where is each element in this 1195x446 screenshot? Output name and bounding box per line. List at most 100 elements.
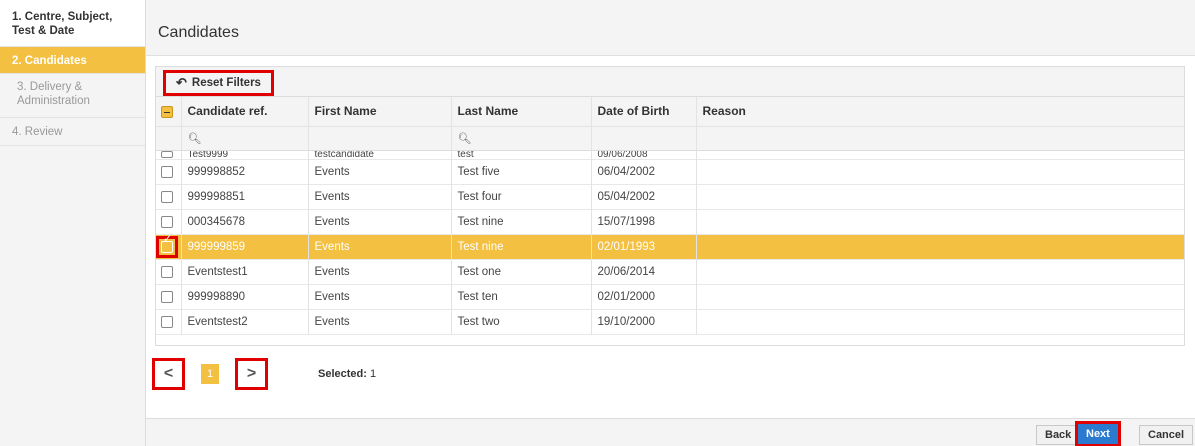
cell-first: testcandidate: [308, 150, 452, 160]
step-candidates[interactable]: 2. Candidates: [0, 47, 145, 74]
cell-dob: 19/10/2000: [591, 309, 697, 335]
table-row[interactable]: Eventstest2 Events Test two 19/10/2000: [156, 309, 1184, 335]
filter-candidate-ref[interactable]: 🔍︎: [181, 126, 309, 150]
filter-first-name: [308, 126, 452, 150]
col-last-name[interactable]: Last Name: [451, 97, 592, 126]
filter-cell-empty: [156, 126, 182, 150]
row-checkbox[interactable]: [161, 240, 173, 253]
cell-last: Test nine: [451, 209, 592, 235]
cell-reason: [696, 234, 1184, 260]
cell-ref: 999999859: [181, 234, 309, 260]
filter-row: 🔍︎ 🔍︎: [156, 126, 1184, 150]
cell-reason: [696, 184, 1184, 210]
cell-dob: 06/04/2002: [591, 159, 697, 185]
col-first-name[interactable]: First Name: [308, 97, 452, 126]
cell-ref: 000345678: [181, 209, 309, 235]
step-review[interactable]: 4. Review: [0, 118, 145, 146]
row-checkbox[interactable]: [161, 265, 173, 278]
step-centre-subject[interactable]: 1. Centre, Subject, Test & Date: [0, 0, 145, 47]
table-row[interactable]: 999998851 Events Test four 05/04/2002: [156, 184, 1184, 210]
cell-dob: 02/01/1993: [591, 234, 697, 260]
row-checkbox[interactable]: [161, 190, 173, 203]
filter-dob: [591, 126, 697, 150]
page-header: Candidates: [146, 0, 1195, 56]
select-all-cell: [156, 97, 182, 126]
search-icon: 🔍︎: [457, 133, 472, 145]
table-row[interactable]: Eventstest1 Events Test one 20/06/2014: [156, 259, 1184, 285]
col-candidate-ref[interactable]: Candidate ref.: [181, 97, 309, 126]
cell-dob: 02/01/2000: [591, 284, 697, 310]
pagination: < 1 >: [152, 358, 268, 390]
table-row[interactable]: 999998890 Events Test ten 02/01/2000: [156, 284, 1184, 310]
cell-ref: Eventstest1: [181, 259, 309, 285]
table-row[interactable]: 000345678 Events Test nine 15/07/1998: [156, 209, 1184, 235]
chevron-right-icon: >: [246, 365, 257, 382]
table-row[interactable]: 999998852 Events Test five 06/04/2002: [156, 159, 1184, 185]
cell-last: Test nine: [451, 234, 592, 260]
cell-ref: Eventstest2: [181, 309, 309, 335]
selected-label: Selected:: [318, 368, 367, 380]
selected-checkbox-highlight: [156, 235, 178, 258]
cell-first: Events: [308, 259, 452, 285]
next-page-button[interactable]: >: [235, 358, 268, 390]
back-button[interactable]: Back: [1036, 425, 1081, 445]
cell-reason: [696, 284, 1184, 310]
cell-reason: [696, 309, 1184, 335]
search-icon: 🔍︎: [187, 133, 202, 145]
chevron-left-icon: <: [163, 365, 174, 382]
wizard-sidebar: 1. Centre, Subject, Test & Date 2. Candi…: [0, 0, 146, 446]
step-delivery[interactable]: 3. Delivery & Administration: [0, 74, 145, 118]
selected-value: 1: [369, 368, 377, 380]
cancel-button[interactable]: Cancel: [1139, 425, 1194, 445]
row-checkbox[interactable]: [161, 165, 173, 178]
cell-ref: 999998851: [181, 184, 309, 210]
cell-first: Events: [308, 159, 452, 185]
filter-reason: [696, 126, 1184, 150]
cell-last: Test ten: [451, 284, 592, 310]
row-checkbox[interactable]: [161, 150, 173, 158]
cell-dob: 20/06/2014: [591, 259, 697, 285]
cell-last: Test five: [451, 159, 592, 185]
page-number[interactable]: 1: [201, 364, 219, 384]
cell-last: test: [451, 150, 592, 160]
filter-last-name[interactable]: 🔍︎: [451, 126, 592, 150]
cell-first: Events: [308, 309, 452, 335]
cell-first: Events: [308, 184, 452, 210]
page-title: Candidates: [158, 24, 239, 41]
row-checkbox[interactable]: [161, 215, 173, 228]
reset-filters-button[interactable]: ↶ Reset Filters: [163, 70, 274, 96]
table-row-selected[interactable]: 999999859 Events Test nine 02/01/1993: [156, 234, 1184, 260]
col-reason[interactable]: Reason: [696, 97, 1184, 126]
cell-ref: 999998852: [181, 159, 309, 185]
cell-ref: Test9999: [181, 150, 309, 160]
cell-first: Events: [308, 284, 452, 310]
cell-last: Test two: [451, 309, 592, 335]
candidates-table: Candidate ref. First Name Last Name Date…: [156, 97, 1184, 335]
cell-dob: 05/04/2002: [591, 184, 697, 210]
candidates-grid: ↶ Reset Filters Candidate ref. First Nam…: [155, 66, 1185, 346]
cell-reason: [696, 209, 1184, 235]
selected-count: Selected: 1: [318, 368, 376, 380]
reset-filters-label: Reset Filters: [191, 77, 261, 89]
row-checkbox[interactable]: [161, 290, 173, 303]
col-date-of-birth[interactable]: Date of Birth: [591, 97, 697, 126]
cell-reason: [696, 159, 1184, 185]
header-row: Candidate ref. First Name Last Name Date…: [156, 97, 1184, 126]
prev-page-button[interactable]: <: [152, 358, 185, 390]
cell-dob: 15/07/1998: [591, 209, 697, 235]
cell-dob: 09/06/2008: [591, 150, 697, 160]
grid-toolbar: ↶ Reset Filters: [156, 67, 1184, 97]
cell-reason: [696, 259, 1184, 285]
cell-first: Events: [308, 209, 452, 235]
table-row[interactable]: Test9999 testcandidate test 09/06/2008: [156, 150, 1184, 160]
select-all-checkbox[interactable]: [161, 106, 173, 119]
cell-first: Events: [308, 234, 452, 260]
wizard-footer: Back Next Cancel: [146, 418, 1195, 446]
cell-reason: [696, 150, 1184, 160]
row-checkbox[interactable]: [161, 315, 173, 328]
cell-last: Test four: [451, 184, 592, 210]
next-button[interactable]: Next: [1075, 421, 1121, 446]
cell-ref: 999998890: [181, 284, 309, 310]
cell-last: Test one: [451, 259, 592, 285]
undo-icon: ↶: [176, 75, 187, 90]
